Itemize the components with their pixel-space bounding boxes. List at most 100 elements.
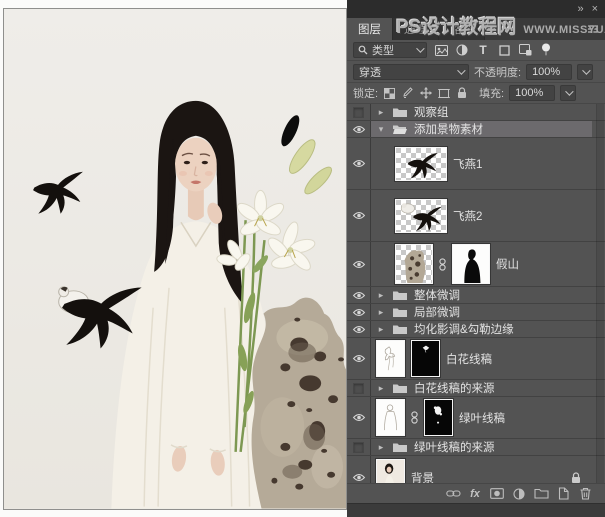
new-group-icon[interactable] [533, 486, 549, 502]
fill-dropdown-button[interactable] [560, 85, 576, 101]
eye-icon [352, 308, 366, 317]
expand-arrow-icon[interactable]: ▾ [376, 124, 386, 135]
layer-thumbnail-background-photo[interactable] [376, 459, 405, 483]
tab-layers[interactable]: 图层 [347, 18, 393, 40]
panel-bottom-strip [347, 503, 605, 517]
layer-thumbnail-swallow-2[interactable] [395, 199, 447, 233]
layer-mask-thumbnail-white-flower[interactable] [411, 340, 440, 377]
layer-styles-icon[interactable]: fx [467, 486, 483, 502]
layer-thumbnail-rockery[interactable] [395, 244, 433, 284]
folder-closed-icon [392, 441, 408, 453]
layer-thumbnail-swallow-1[interactable] [395, 147, 447, 181]
layer-mask-thumbnail-rockery[interactable] [452, 244, 490, 284]
layer-name[interactable]: 假山 [496, 256, 519, 272]
blend-mode-dropdown[interactable]: 穿透 [353, 64, 469, 80]
close-panel-icon[interactable]: × [592, 4, 598, 15]
collapse-panel-icon[interactable]: » [577, 4, 583, 15]
lock-artboard-icon[interactable] [437, 87, 450, 100]
visibility-toggle[interactable] [347, 121, 371, 137]
filter-toggle-switch[interactable] [539, 43, 553, 57]
expand-arrow-icon[interactable]: ▸ [376, 324, 386, 335]
layer-row-swallow-2[interactable]: 飞燕2 [347, 190, 605, 242]
layer-name[interactable]: 白花线稿 [446, 351, 492, 367]
filter-shape-layer-icon[interactable] [497, 43, 511, 57]
layer-row-green-leaf-lineart[interactable]: 绿叶线稿 [347, 397, 605, 439]
document-area [0, 0, 347, 517]
visibility-toggle[interactable] [347, 190, 371, 241]
visibility-toggle[interactable] [347, 287, 371, 303]
lock-all-padlock-icon[interactable] [455, 87, 468, 100]
mask-link-icon[interactable] [411, 411, 418, 424]
visibility-toggle[interactable] [347, 242, 371, 286]
link-layers-icon[interactable] [445, 486, 461, 502]
visibility-toggle[interactable] [347, 397, 371, 438]
new-adjustment-layer-icon[interactable] [511, 486, 527, 502]
layer-name[interactable]: 局部微调 [414, 304, 460, 320]
expand-arrow-icon[interactable]: ▸ [376, 290, 386, 301]
eye-hidden-icon [353, 383, 364, 394]
chevron-down-icon [457, 66, 465, 74]
visibility-toggle[interactable] [347, 104, 371, 120]
layer-row-tone-outline-group[interactable]: ▸ 均化影调&勾勒边缘 [347, 321, 605, 338]
chevron-down-icon [416, 44, 424, 52]
visibility-toggle[interactable] [347, 380, 371, 396]
layer-thumbnail-white-flower-lineart[interactable] [376, 340, 405, 377]
layer-name[interactable]: 绿叶线稿的来源 [414, 439, 495, 455]
layer-name[interactable]: 白花线稿的来源 [414, 380, 495, 396]
visibility-toggle[interactable] [347, 321, 371, 337]
layer-name[interactable]: 均化影调&勾勒边缘 [414, 321, 514, 337]
filter-pixel-layer-icon[interactable] [434, 43, 448, 57]
document-canvas[interactable] [3, 8, 347, 510]
layer-lock-icon [571, 472, 581, 484]
expand-arrow-icon[interactable]: ▸ [376, 107, 386, 118]
filter-type-layer-icon[interactable]: T [476, 43, 490, 57]
lock-position-move-icon[interactable] [419, 87, 432, 100]
opacity-label: 不透明度: [474, 64, 521, 80]
opacity-dropdown-button[interactable] [577, 64, 593, 80]
expand-arrow-icon[interactable]: ▸ [376, 383, 386, 394]
mask-link-icon[interactable] [439, 258, 446, 271]
layer-name[interactable]: 飞燕1 [453, 156, 482, 172]
visibility-toggle[interactable] [347, 138, 371, 189]
layer-row-swallow-1[interactable]: 飞燕1 [347, 138, 605, 190]
fill-input[interactable]: 100% [509, 85, 555, 101]
layer-name[interactable]: 整体微调 [414, 287, 460, 303]
tab-channels[interactable]: 通道 [393, 18, 439, 40]
layer-row-add-scenery-group[interactable]: ▾ 添加景物素材 [347, 121, 605, 138]
lock-pixels-brush-icon[interactable] [401, 87, 414, 100]
eye-hidden-icon [353, 442, 364, 453]
add-layer-mask-icon[interactable] [489, 486, 505, 502]
layer-name[interactable]: 绿叶线稿 [459, 410, 505, 426]
expand-arrow-icon[interactable]: ▸ [376, 307, 386, 318]
layer-row-local-tuning-group[interactable]: ▸ 局部微调 [347, 304, 605, 321]
layer-name[interactable]: 飞燕2 [453, 208, 482, 224]
lock-transparency-icon[interactable] [383, 87, 396, 100]
visibility-toggle[interactable] [347, 304, 371, 320]
layer-name[interactable]: 观察组 [414, 104, 449, 120]
layer-row-white-flower-source-group[interactable]: ▸ 白花线稿的来源 [347, 380, 605, 397]
layer-row-observe-group[interactable]: ▸ 观察组 [347, 104, 605, 121]
delete-layer-trash-icon[interactable] [577, 486, 593, 502]
visibility-toggle[interactable] [347, 439, 371, 455]
opacity-input[interactable]: 100% [526, 64, 572, 80]
layer-row-rockery[interactable]: 假山 [347, 242, 605, 287]
filter-kind-dropdown[interactable]: 类型 [353, 42, 427, 58]
layer-name[interactable]: 添加景物素材 [414, 121, 483, 137]
layer-row-green-leaf-source-group[interactable]: ▸ 绿叶线稿的来源 [347, 439, 605, 456]
visibility-toggle[interactable] [347, 456, 371, 483]
new-layer-icon[interactable] [555, 486, 571, 502]
layer-row-white-flower-lineart[interactable]: 白花线稿 [347, 338, 605, 380]
tab-channels-label: 通道 [404, 21, 427, 37]
filter-adjustment-layer-icon[interactable] [455, 43, 469, 57]
panel-menu-icon[interactable] [581, 18, 605, 40]
layer-mask-thumbnail-green-leaf[interactable] [424, 399, 453, 436]
layer-row-overall-tuning-group[interactable]: ▸ 整体微调 [347, 287, 605, 304]
layer-thumbnail-green-leaf-lineart[interactable] [376, 399, 405, 436]
filter-smart-object-icon[interactable] [518, 43, 532, 57]
layer-row-background[interactable]: 背景 [347, 456, 605, 483]
visibility-toggle[interactable] [347, 338, 371, 379]
opacity-value: 100% [532, 66, 566, 78]
expand-arrow-icon[interactable]: ▸ [376, 442, 386, 453]
tab-paths[interactable]: 路径 [439, 18, 485, 40]
layer-name[interactable]: 背景 [411, 470, 434, 484]
